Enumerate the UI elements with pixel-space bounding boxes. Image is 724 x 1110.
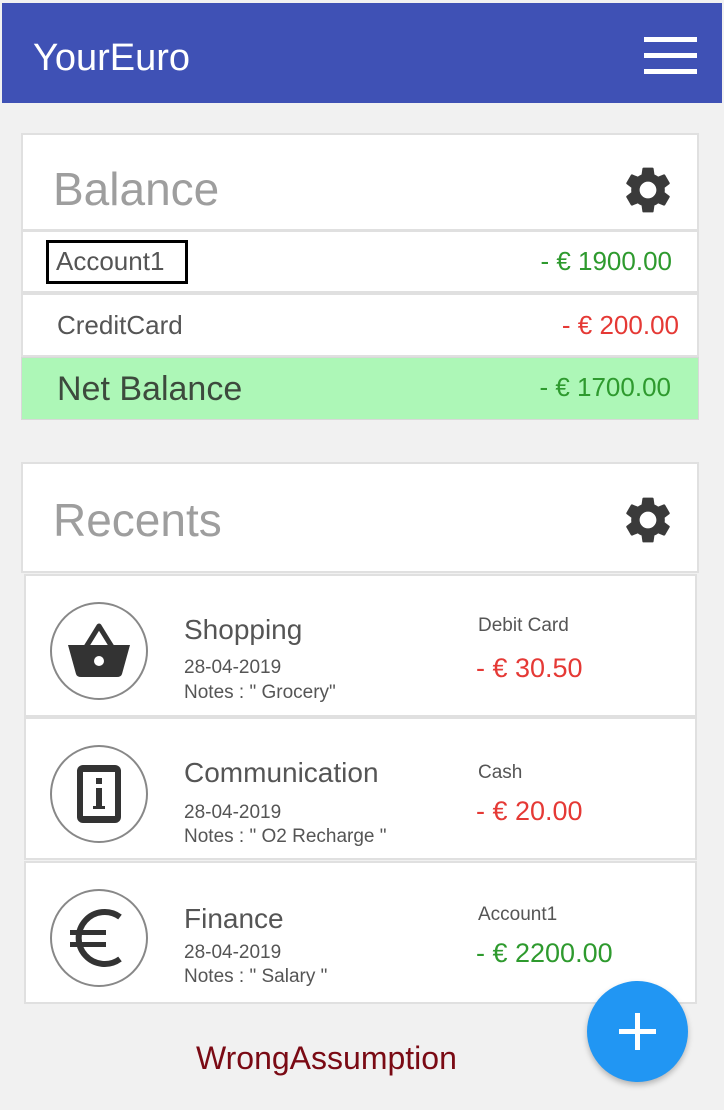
- recents-card-header: Recents: [21, 462, 699, 573]
- transaction-notes: Notes : " Grocery": [184, 682, 336, 703]
- category-name: Communication: [184, 757, 379, 788]
- euro-icon: [70, 909, 122, 967]
- account-name: CreditCard: [57, 310, 183, 340]
- recent-transaction[interactable]: Communication 28-04-2019 Notes : " O2 Re…: [24, 717, 697, 860]
- hamburger-menu-icon: [644, 69, 697, 74]
- net-balance-row: Net Balance - € 1700.00: [21, 357, 699, 420]
- add-transaction-button[interactable]: [587, 981, 688, 1082]
- transaction-date: 28-04-2019: [184, 942, 282, 963]
- transaction-account: Cash: [478, 762, 523, 783]
- account-amount: - € 1900.00: [540, 246, 672, 276]
- net-balance-label: Net Balance: [57, 370, 243, 408]
- caption-text: WrongAssumption: [196, 1040, 457, 1076]
- mobile-info-icon: [77, 765, 121, 823]
- transaction-date: 28-04-2019: [184, 657, 282, 678]
- hamburger-menu-icon: [644, 37, 697, 42]
- gear-icon[interactable]: [620, 492, 676, 548]
- plus-icon: [635, 1013, 640, 1050]
- balance-row-creditcard[interactable]: CreditCard - € 200.00: [21, 293, 699, 357]
- category-avatar: [50, 602, 148, 700]
- balance-title: Balance: [53, 163, 220, 215]
- transaction-amount: - € 2200.00: [476, 938, 613, 968]
- transaction-notes: Notes : " O2 Recharge ": [184, 826, 387, 847]
- category-avatar: [50, 889, 148, 987]
- transaction-amount: - € 30.50: [476, 653, 583, 683]
- hamburger-menu-icon: [644, 53, 697, 58]
- transaction-account: Account1: [478, 904, 558, 925]
- recent-transaction[interactable]: Shopping 28-04-2019 Notes : " Grocery" D…: [24, 574, 697, 717]
- recent-transaction[interactable]: Finance 28-04-2019 Notes : " Salary " Ac…: [24, 861, 697, 1004]
- shopping-basket-icon: [68, 623, 130, 677]
- balance-card-header: Balance: [21, 133, 699, 231]
- transaction-amount: - € 20.00: [476, 796, 583, 826]
- category-name: Shopping: [184, 614, 303, 645]
- account-amount: - € 200.00: [561, 310, 679, 340]
- transaction-date: 28-04-2019: [184, 802, 282, 823]
- net-balance-amount: - € 1700.00: [539, 372, 671, 402]
- hamburger-menu-button[interactable]: [637, 33, 703, 81]
- app-bar: YourEuro: [2, 3, 722, 103]
- category-name: Finance: [184, 903, 284, 934]
- gear-icon[interactable]: [620, 162, 676, 218]
- highlight-box: [46, 240, 188, 284]
- app-title: YourEuro: [33, 37, 191, 79]
- recents-title: Recents: [53, 494, 222, 546]
- category-avatar: [50, 745, 148, 843]
- transaction-account: Debit Card: [478, 615, 569, 636]
- transaction-notes: Notes : " Salary ": [184, 966, 328, 987]
